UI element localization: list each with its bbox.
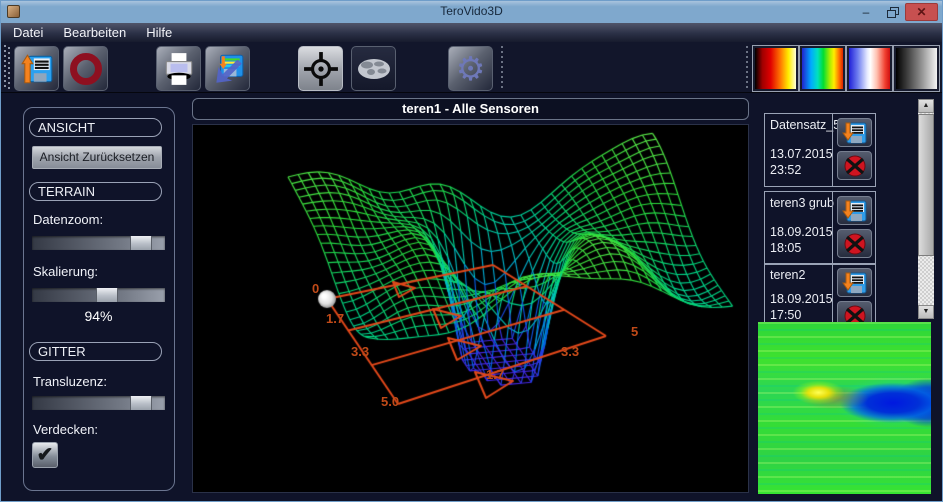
axis-label-left-0: 0 <box>312 281 319 296</box>
skalierung-slider-handle[interactable] <box>96 288 118 302</box>
axis-label-bottom-1: 3.3 <box>561 344 579 359</box>
axis-label-left-3: 5.0 <box>381 394 399 409</box>
crosshair-icon <box>303 51 339 87</box>
printer-icon <box>161 51 197 87</box>
menu-bearbeiten[interactable]: Bearbeiten <box>53 23 136 42</box>
map-view-button[interactable] <box>351 46 396 91</box>
export-image-button[interactable] <box>205 46 250 91</box>
plot3d-canvas[interactable] <box>193 125 750 494</box>
scrollbar-up-icon[interactable]: ▲ <box>918 99 934 113</box>
menu-datei[interactable]: Datei <box>3 23 53 42</box>
viewport-3d[interactable]: 0 1.7 3.3 5.0 1.7 3.3 5 <box>192 124 749 493</box>
dataset-date: 18.09.2015 <box>770 292 833 306</box>
datenzoom-label: Datenzoom: <box>33 212 103 227</box>
verdecken-label: Verdecken: <box>33 422 98 437</box>
skalierung-label: Skalierung: <box>33 264 98 279</box>
dataset-heatmap-preview <box>758 322 931 494</box>
dataset-time: 17:50 <box>770 308 801 322</box>
open-file-button[interactable] <box>14 46 59 91</box>
close-icon: ✕ <box>916 5 926 19</box>
toolbar-separator <box>501 46 503 91</box>
record-button[interactable] <box>63 46 108 91</box>
dataset-load-button[interactable] <box>837 196 872 225</box>
verdecken-checkbox[interactable]: ✔ <box>32 442 58 468</box>
skalierung-readout: 94% <box>32 308 165 324</box>
skalierung-slider[interactable] <box>32 288 165 302</box>
palette-blue-white-red-button[interactable] <box>847 46 892 91</box>
dataset-name: teren2 <box>770 268 805 282</box>
settings-button[interactable]: ⚙ <box>448 46 493 91</box>
load-floppy-icon <box>842 199 868 223</box>
window-title: TeroVido3D <box>1 4 942 18</box>
delete-icon <box>843 232 867 256</box>
gitter-group-label: GITTER <box>29 342 162 361</box>
dataset-load-button[interactable] <box>837 268 872 297</box>
restore-button[interactable] <box>880 3 904 21</box>
dataset-item[interactable]: Datensatz_5 13.07.2015 23:52 <box>764 113 876 187</box>
scrollbar-down-icon[interactable]: ▼ <box>918 305 934 319</box>
toolbar-grip[interactable] <box>4 45 10 90</box>
delete-icon <box>843 154 867 178</box>
minimize-button[interactable]: – <box>854 3 878 21</box>
palette-rainbow-button[interactable] <box>800 46 845 91</box>
dataset-name: Datensatz_5 <box>770 118 840 132</box>
record-icon <box>70 53 102 85</box>
dataset-name: teren3 grub <box>770 196 834 210</box>
datenzoom-slider-handle[interactable] <box>130 236 152 250</box>
print-button[interactable] <box>156 46 201 91</box>
center-view-button[interactable] <box>298 46 343 91</box>
axis-label-left-1: 1.7 <box>326 311 344 326</box>
gear-icon: ⚙ <box>456 52 486 85</box>
world-map-icon <box>355 54 393 84</box>
sidebar-panel: ANSICHT Ansicht Zurücksetzen TERRAIN Dat… <box>23 107 175 491</box>
axis-label-left-2: 3.3 <box>351 344 369 359</box>
datenzoom-slider[interactable] <box>32 236 165 250</box>
minimize-icon: – <box>863 5 870 19</box>
palette-heat-button[interactable] <box>753 46 798 91</box>
dataset-load-button[interactable] <box>837 118 872 147</box>
transluzenz-label: Transluzenz: <box>33 374 107 389</box>
dataset-scrollbar[interactable]: ▲ ▼ <box>918 99 934 319</box>
transluzenz-slider-handle[interactable] <box>130 396 152 410</box>
toolbar: ⚙ <box>1 42 942 93</box>
scrollbar-thumb[interactable] <box>918 114 934 256</box>
toolbar-separator-2 <box>746 46 748 91</box>
dataset-time: 23:52 <box>770 163 801 177</box>
menu-hilfe[interactable]: Hilfe <box>136 23 182 42</box>
app-window: TeroVido3D – ✕ Datei Bearbeiten Hilfe <box>0 0 943 502</box>
palette-grayscale-button[interactable] <box>894 46 939 91</box>
terrain-group-label: TERRAIN <box>29 182 162 201</box>
restore-icon <box>887 7 898 17</box>
load-floppy-icon <box>842 271 868 295</box>
menubar: Datei Bearbeiten Hilfe <box>1 23 942 42</box>
dataset-actions <box>832 114 875 186</box>
titlebar: TeroVido3D – ✕ <box>1 1 942 23</box>
dataset-delete-button[interactable] <box>837 151 872 180</box>
dataset-time: 18:05 <box>770 241 801 255</box>
axis-label-bottom-0: 1.7 <box>486 367 504 382</box>
open-floppy-icon <box>19 51 55 87</box>
dataset-actions <box>832 192 875 264</box>
content-area: ANSICHT Ansicht Zurücksetzen TERRAIN Dat… <box>1 93 942 501</box>
close-button[interactable]: ✕ <box>905 3 938 21</box>
ansicht-group-label: ANSICHT <box>29 118 162 137</box>
viewport-title: teren1 - Alle Sensoren <box>192 98 749 120</box>
dataset-item[interactable]: teren3 grub 18.09.2015 18:05 <box>764 191 876 265</box>
dataset-delete-button[interactable] <box>837 229 872 258</box>
dataset-date: 13.07.2015 <box>770 147 833 161</box>
reset-view-button[interactable]: Ansicht Zurücksetzen <box>32 146 162 169</box>
export-floppy-icon <box>210 51 246 87</box>
axis-label-bottom-2: 5 <box>631 324 638 339</box>
transluzenz-slider[interactable] <box>32 396 165 410</box>
load-floppy-icon <box>842 121 868 145</box>
dataset-date: 18.09.2015 <box>770 225 833 239</box>
